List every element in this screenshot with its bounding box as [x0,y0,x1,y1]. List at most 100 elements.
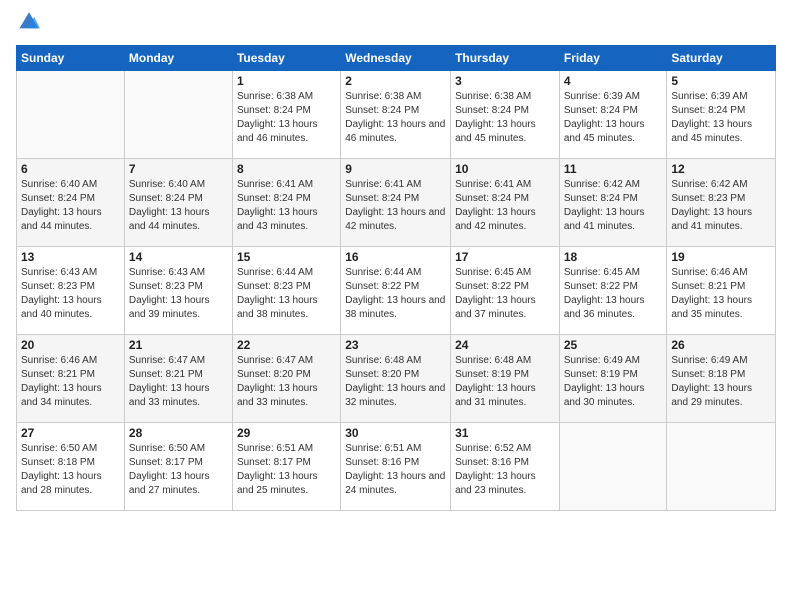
day-info: Sunrise: 6:48 AM Sunset: 8:20 PM Dayligh… [345,354,446,410]
calendar-cell: 4 Sunrise: 6:39 AM Sunset: 8:24 PM Daylig… [559,71,667,159]
day-number: 25 [564,338,663,352]
day-info: Sunrise: 6:40 AM Sunset: 8:24 PM Dayligh… [129,178,228,234]
day-info: Sunrise: 6:46 AM Sunset: 8:21 PM Dayligh… [21,354,120,410]
day-number: 4 [564,74,663,88]
day-number: 8 [237,162,336,176]
day-number: 1 [237,74,336,88]
day-info: Sunrise: 6:47 AM Sunset: 8:20 PM Dayligh… [237,354,336,410]
calendar-cell: 18 Sunrise: 6:45 AM Sunset: 8:22 PM Dayli… [559,247,667,335]
calendar-cell: 14 Sunrise: 6:43 AM Sunset: 8:23 PM Dayli… [124,247,232,335]
calendar-cell: 24 Sunrise: 6:48 AM Sunset: 8:19 PM Dayli… [451,335,560,423]
day-info: Sunrise: 6:42 AM Sunset: 8:24 PM Dayligh… [564,178,663,234]
weekday-header-thursday: Thursday [451,46,560,71]
calendar-cell: 3 Sunrise: 6:38 AM Sunset: 8:24 PM Daylig… [451,71,560,159]
calendar-cell: 12 Sunrise: 6:42 AM Sunset: 8:23 PM Dayli… [667,159,776,247]
day-info: Sunrise: 6:52 AM Sunset: 8:16 PM Dayligh… [455,442,555,498]
day-info: Sunrise: 6:49 AM Sunset: 8:19 PM Dayligh… [564,354,663,410]
day-number: 26 [671,338,771,352]
day-number: 28 [129,426,228,440]
day-info: Sunrise: 6:50 AM Sunset: 8:17 PM Dayligh… [129,442,228,498]
day-info: Sunrise: 6:43 AM Sunset: 8:23 PM Dayligh… [129,266,228,322]
calendar-cell [124,71,232,159]
day-info: Sunrise: 6:51 AM Sunset: 8:16 PM Dayligh… [345,442,446,498]
logo [16,10,44,37]
day-info: Sunrise: 6:38 AM Sunset: 8:24 PM Dayligh… [455,90,555,146]
calendar-cell: 28 Sunrise: 6:50 AM Sunset: 8:17 PM Dayli… [124,423,232,511]
day-number: 11 [564,162,663,176]
day-info: Sunrise: 6:49 AM Sunset: 8:18 PM Dayligh… [671,354,771,410]
calendar-cell: 11 Sunrise: 6:42 AM Sunset: 8:24 PM Dayli… [559,159,667,247]
weekday-header-wednesday: Wednesday [341,46,451,71]
calendar-cell: 22 Sunrise: 6:47 AM Sunset: 8:20 PM Dayli… [232,335,340,423]
day-number: 29 [237,426,336,440]
calendar-cell: 25 Sunrise: 6:49 AM Sunset: 8:19 PM Dayli… [559,335,667,423]
calendar-cell: 1Sunrise: 6:38 AM Sunset: 8:24 PM Daylig… [232,71,340,159]
day-number: 6 [21,162,120,176]
calendar-cell [559,423,667,511]
day-number: 19 [671,250,771,264]
weekday-header-saturday: Saturday [667,46,776,71]
day-number: 17 [455,250,555,264]
calendar-cell: 17 Sunrise: 6:45 AM Sunset: 8:22 PM Dayli… [451,247,560,335]
weekday-header-friday: Friday [559,46,667,71]
day-number: 9 [345,162,446,176]
day-info: Sunrise: 6:45 AM Sunset: 8:22 PM Dayligh… [455,266,555,322]
day-number: 31 [455,426,555,440]
day-info: Sunrise: 6:41 AM Sunset: 8:24 PM Dayligh… [237,178,336,234]
calendar-cell: 23 Sunrise: 6:48 AM Sunset: 8:20 PM Dayli… [341,335,451,423]
day-info: Sunrise: 6:44 AM Sunset: 8:22 PM Dayligh… [345,266,446,322]
calendar-cell: 20 Sunrise: 6:46 AM Sunset: 8:21 PM Dayli… [17,335,125,423]
day-info: Sunrise: 6:39 AM Sunset: 8:24 PM Dayligh… [671,90,771,146]
day-info: Sunrise: 6:46 AM Sunset: 8:21 PM Dayligh… [671,266,771,322]
day-number: 23 [345,338,446,352]
day-info: Sunrise: 6:42 AM Sunset: 8:23 PM Dayligh… [671,178,771,234]
day-info: Sunrise: 6:45 AM Sunset: 8:22 PM Dayligh… [564,266,663,322]
day-info: Sunrise: 6:38 AM Sunset: 8:24 PM Dayligh… [345,90,446,146]
day-info: Sunrise: 6:39 AM Sunset: 8:24 PM Dayligh… [564,90,663,146]
day-info: Sunrise: 6:47 AM Sunset: 8:21 PM Dayligh… [129,354,228,410]
calendar-cell: 7Sunrise: 6:40 AM Sunset: 8:24 PM Daylig… [124,159,232,247]
day-info: Sunrise: 6:40 AM Sunset: 8:24 PM Dayligh… [21,178,120,234]
day-info: Sunrise: 6:50 AM Sunset: 8:18 PM Dayligh… [21,442,120,498]
day-number: 18 [564,250,663,264]
calendar-cell: 8 Sunrise: 6:41 AM Sunset: 8:24 PM Daylig… [232,159,340,247]
calendar-cell [667,423,776,511]
calendar-cell: 10Sunrise: 6:41 AM Sunset: 8:24 PM Dayli… [451,159,560,247]
calendar-cell: 30 Sunrise: 6:51 AM Sunset: 8:16 PM Dayli… [341,423,451,511]
day-number: 13 [21,250,120,264]
day-number: 10 [455,162,555,176]
calendar-cell: 16 Sunrise: 6:44 AM Sunset: 8:22 PM Dayli… [341,247,451,335]
day-number: 27 [21,426,120,440]
day-number: 5 [671,74,771,88]
day-number: 15 [237,250,336,264]
calendar-cell: 26 Sunrise: 6:49 AM Sunset: 8:18 PM Dayli… [667,335,776,423]
calendar-cell: 19 Sunrise: 6:46 AM Sunset: 8:21 PM Dayli… [667,247,776,335]
calendar-cell: 29 Sunrise: 6:51 AM Sunset: 8:17 PM Dayli… [232,423,340,511]
day-number: 16 [345,250,446,264]
day-info: Sunrise: 6:48 AM Sunset: 8:19 PM Dayligh… [455,354,555,410]
day-number: 24 [455,338,555,352]
day-number: 20 [21,338,120,352]
calendar-cell: 6 Sunrise: 6:40 AM Sunset: 8:24 PM Daylig… [17,159,125,247]
day-number: 22 [237,338,336,352]
calendar-cell: 27 Sunrise: 6:50 AM Sunset: 8:18 PM Dayli… [17,423,125,511]
day-number: 14 [129,250,228,264]
weekday-header-monday: Monday [124,46,232,71]
day-number: 2 [345,74,446,88]
calendar-cell: 21 Sunrise: 6:47 AM Sunset: 8:21 PM Dayli… [124,335,232,423]
calendar-cell: 2 Sunrise: 6:38 AM Sunset: 8:24 PM Daylig… [341,71,451,159]
day-info: Sunrise: 6:43 AM Sunset: 8:23 PM Dayligh… [21,266,120,322]
day-number: 3 [455,74,555,88]
weekday-header-sunday: Sunday [17,46,125,71]
calendar-cell: 15 Sunrise: 6:44 AM Sunset: 8:23 PM Dayli… [232,247,340,335]
calendar-table: SundayMondayTuesdayWednesdayThursdayFrid… [16,45,776,511]
day-info: Sunrise: 6:41 AM Sunset: 8:24 PM Dayligh… [345,178,446,234]
day-number: 12 [671,162,771,176]
calendar-cell: 13 Sunrise: 6:43 AM Sunset: 8:23 PM Dayli… [17,247,125,335]
day-number: 21 [129,338,228,352]
day-number: 30 [345,426,446,440]
day-info: Sunrise: 6:51 AM Sunset: 8:17 PM Dayligh… [237,442,336,498]
logo-icon [18,10,40,32]
day-info: Sunrise: 6:44 AM Sunset: 8:23 PM Dayligh… [237,266,336,322]
weekday-header-tuesday: Tuesday [232,46,340,71]
